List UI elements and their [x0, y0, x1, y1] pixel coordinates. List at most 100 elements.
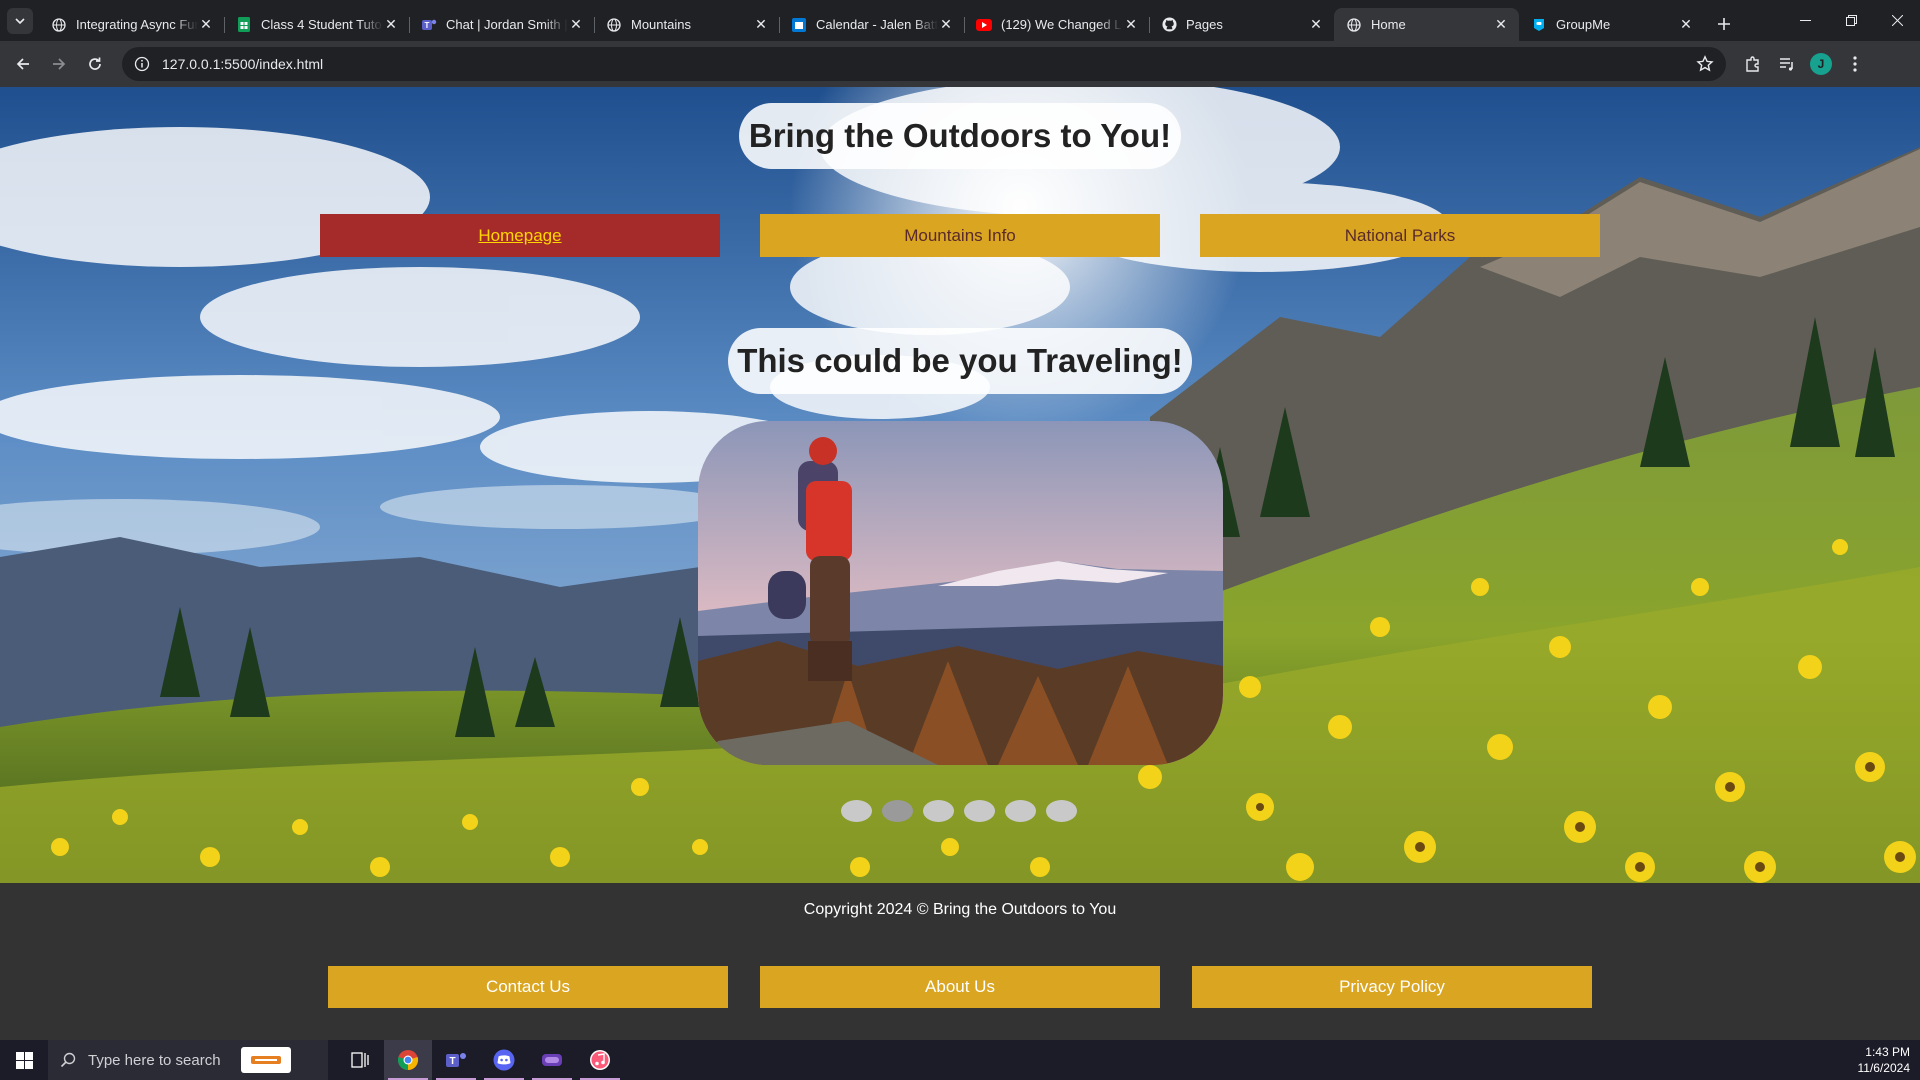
chrome-icon — [397, 1050, 419, 1071]
browser-tab[interactable]: Mountains ✕ — [594, 8, 779, 41]
plus-icon — [1718, 17, 1730, 30]
address-bar[interactable]: 127.0.0.1:5500/index.html — [122, 47, 1726, 81]
svg-text:T: T — [425, 21, 430, 30]
start-button[interactable] — [0, 1040, 48, 1080]
restore-icon — [1845, 15, 1857, 26]
extensions-button[interactable] — [1736, 47, 1770, 81]
chevron-down-icon — [15, 17, 25, 24]
clock-time: 1:43 PM — [1865, 1045, 1910, 1059]
arrow-right-icon — [53, 58, 66, 70]
taskbar-discord[interactable] — [480, 1040, 528, 1080]
close-icon[interactable]: ✕ — [938, 16, 954, 33]
site-info-icon[interactable] — [134, 56, 150, 72]
search-highlight-icon — [250, 1056, 281, 1064]
nav-mountains-info[interactable]: Mountains Info — [760, 214, 1160, 257]
close-icon[interactable]: ✕ — [198, 16, 214, 33]
taskbar-vpn-app[interactable] — [528, 1040, 576, 1080]
privacy-policy-button[interactable]: Privacy Policy — [1192, 966, 1592, 1008]
calendar-icon — [791, 17, 807, 33]
tab-title: Class 4 Student Tutor — [261, 17, 383, 32]
puzzle-icon — [1746, 56, 1759, 72]
restore-button[interactable] — [1828, 0, 1874, 41]
search-placeholder: Type here to search — [88, 1051, 221, 1069]
tab-title: Chat | Jordan Smith | — [446, 17, 568, 32]
vpn-app-icon — [542, 1054, 562, 1066]
browser-tab[interactable]: T Chat | Jordan Smith | ✕ — [409, 8, 594, 41]
star-icon[interactable] — [1696, 55, 1714, 73]
carousel-dot[interactable] — [964, 800, 995, 822]
browser-tab[interactable]: (129) We Changed Le ✕ — [964, 8, 1149, 41]
browser-tab[interactable]: GroupMe ✕ — [1519, 8, 1704, 41]
teams-icon: T — [446, 1053, 466, 1067]
tab-title: GroupMe — [1556, 17, 1611, 32]
browser-tab[interactable]: Calendar - Jalen Battl ✕ — [779, 8, 964, 41]
minimize-button[interactable] — [1782, 0, 1828, 41]
close-icon — [1891, 15, 1903, 26]
window-controls — [1782, 0, 1920, 41]
taskbar-search[interactable]: Type here to search — [48, 1040, 328, 1080]
hero-section: Bring the Outdoors to You! Homepage Moun… — [0, 87, 1920, 883]
tab-strip: Integrating Async Fun ✕ Class 4 Student … — [0, 0, 1920, 41]
carousel-dot[interactable] — [1046, 800, 1077, 822]
browser-toolbar: 127.0.0.1:5500/index.html J — [0, 41, 1920, 87]
carousel-dots — [841, 800, 1077, 822]
tab-title: Calendar - Jalen Battl — [816, 17, 938, 32]
carousel-dot-active[interactable] — [882, 800, 913, 822]
avatar: J — [1810, 53, 1832, 75]
about-us-button[interactable]: About Us — [760, 966, 1160, 1008]
taskbar-teams[interactable]: T — [432, 1040, 480, 1080]
media-controls-button[interactable] — [1770, 47, 1804, 81]
system-clock[interactable]: 1:43 PM 11/6/2024 — [1858, 1044, 1911, 1076]
taskbar-itunes[interactable] — [576, 1040, 624, 1080]
music-icon — [590, 1050, 610, 1070]
discord-icon — [493, 1049, 515, 1071]
github-icon — [1161, 17, 1177, 33]
close-icon[interactable]: ✕ — [1493, 16, 1509, 33]
reload-button[interactable] — [78, 47, 112, 81]
svg-text:T: T — [449, 1056, 455, 1067]
browser-tab[interactable]: Class 4 Student Tutor ✕ — [224, 8, 409, 41]
copyright-text: Copyright 2024 © Bring the Outdoors to Y… — [803, 901, 1117, 918]
taskbar-chrome[interactable] — [384, 1040, 432, 1080]
browser-tab[interactable]: Pages ✕ — [1149, 8, 1334, 41]
url-text: 127.0.0.1:5500/index.html — [162, 56, 324, 72]
close-icon[interactable]: ✕ — [383, 16, 399, 33]
toolbar-actions: J — [1736, 47, 1872, 81]
browser-tab-active[interactable]: Home ✕ — [1334, 8, 1519, 41]
close-icon[interactable]: ✕ — [1308, 16, 1324, 33]
tab-search-button[interactable] — [7, 7, 33, 34]
carousel-dot[interactable] — [841, 800, 872, 822]
windows-logo-icon — [15, 1051, 33, 1069]
contact-us-button[interactable]: Contact Us — [328, 966, 728, 1008]
youtube-icon — [976, 17, 992, 33]
close-icon[interactable]: ✕ — [568, 16, 584, 33]
main-nav: Homepage Mountains Info National Parks — [320, 214, 1600, 257]
carousel-image — [698, 421, 1223, 765]
carousel-dot[interactable] — [1005, 800, 1036, 822]
forward-button[interactable] — [42, 47, 76, 81]
section-title: This could be you Traveling! — [728, 328, 1192, 394]
hiker-photo — [698, 421, 1223, 765]
search-highlight-image[interactable] — [240, 1047, 291, 1073]
nav-homepage[interactable]: Homepage — [320, 214, 720, 257]
profile-button[interactable]: J — [1804, 47, 1838, 81]
carousel-dot[interactable] — [923, 800, 954, 822]
browser-menu-button[interactable] — [1838, 47, 1872, 81]
tab-title: (129) We Changed Le — [1001, 17, 1123, 32]
close-icon[interactable]: ✕ — [1678, 16, 1694, 33]
new-tab-button[interactable] — [1710, 10, 1738, 38]
search-icon — [60, 1052, 76, 1068]
close-icon[interactable]: ✕ — [1123, 16, 1139, 33]
tab-title: Pages — [1186, 17, 1223, 32]
nav-national-parks[interactable]: National Parks — [1200, 214, 1600, 257]
close-icon[interactable]: ✕ — [753, 16, 769, 33]
page-title: Bring the Outdoors to You! — [739, 103, 1181, 169]
task-view-icon — [351, 1052, 369, 1068]
task-view-button[interactable] — [336, 1040, 384, 1080]
close-window-button[interactable] — [1874, 0, 1920, 41]
globe-icon — [1346, 17, 1362, 33]
browser-tab[interactable]: Integrating Async Fun ✕ — [39, 8, 224, 41]
back-button[interactable] — [6, 47, 40, 81]
tab-title: Home — [1371, 17, 1406, 32]
globe-icon — [606, 17, 622, 33]
